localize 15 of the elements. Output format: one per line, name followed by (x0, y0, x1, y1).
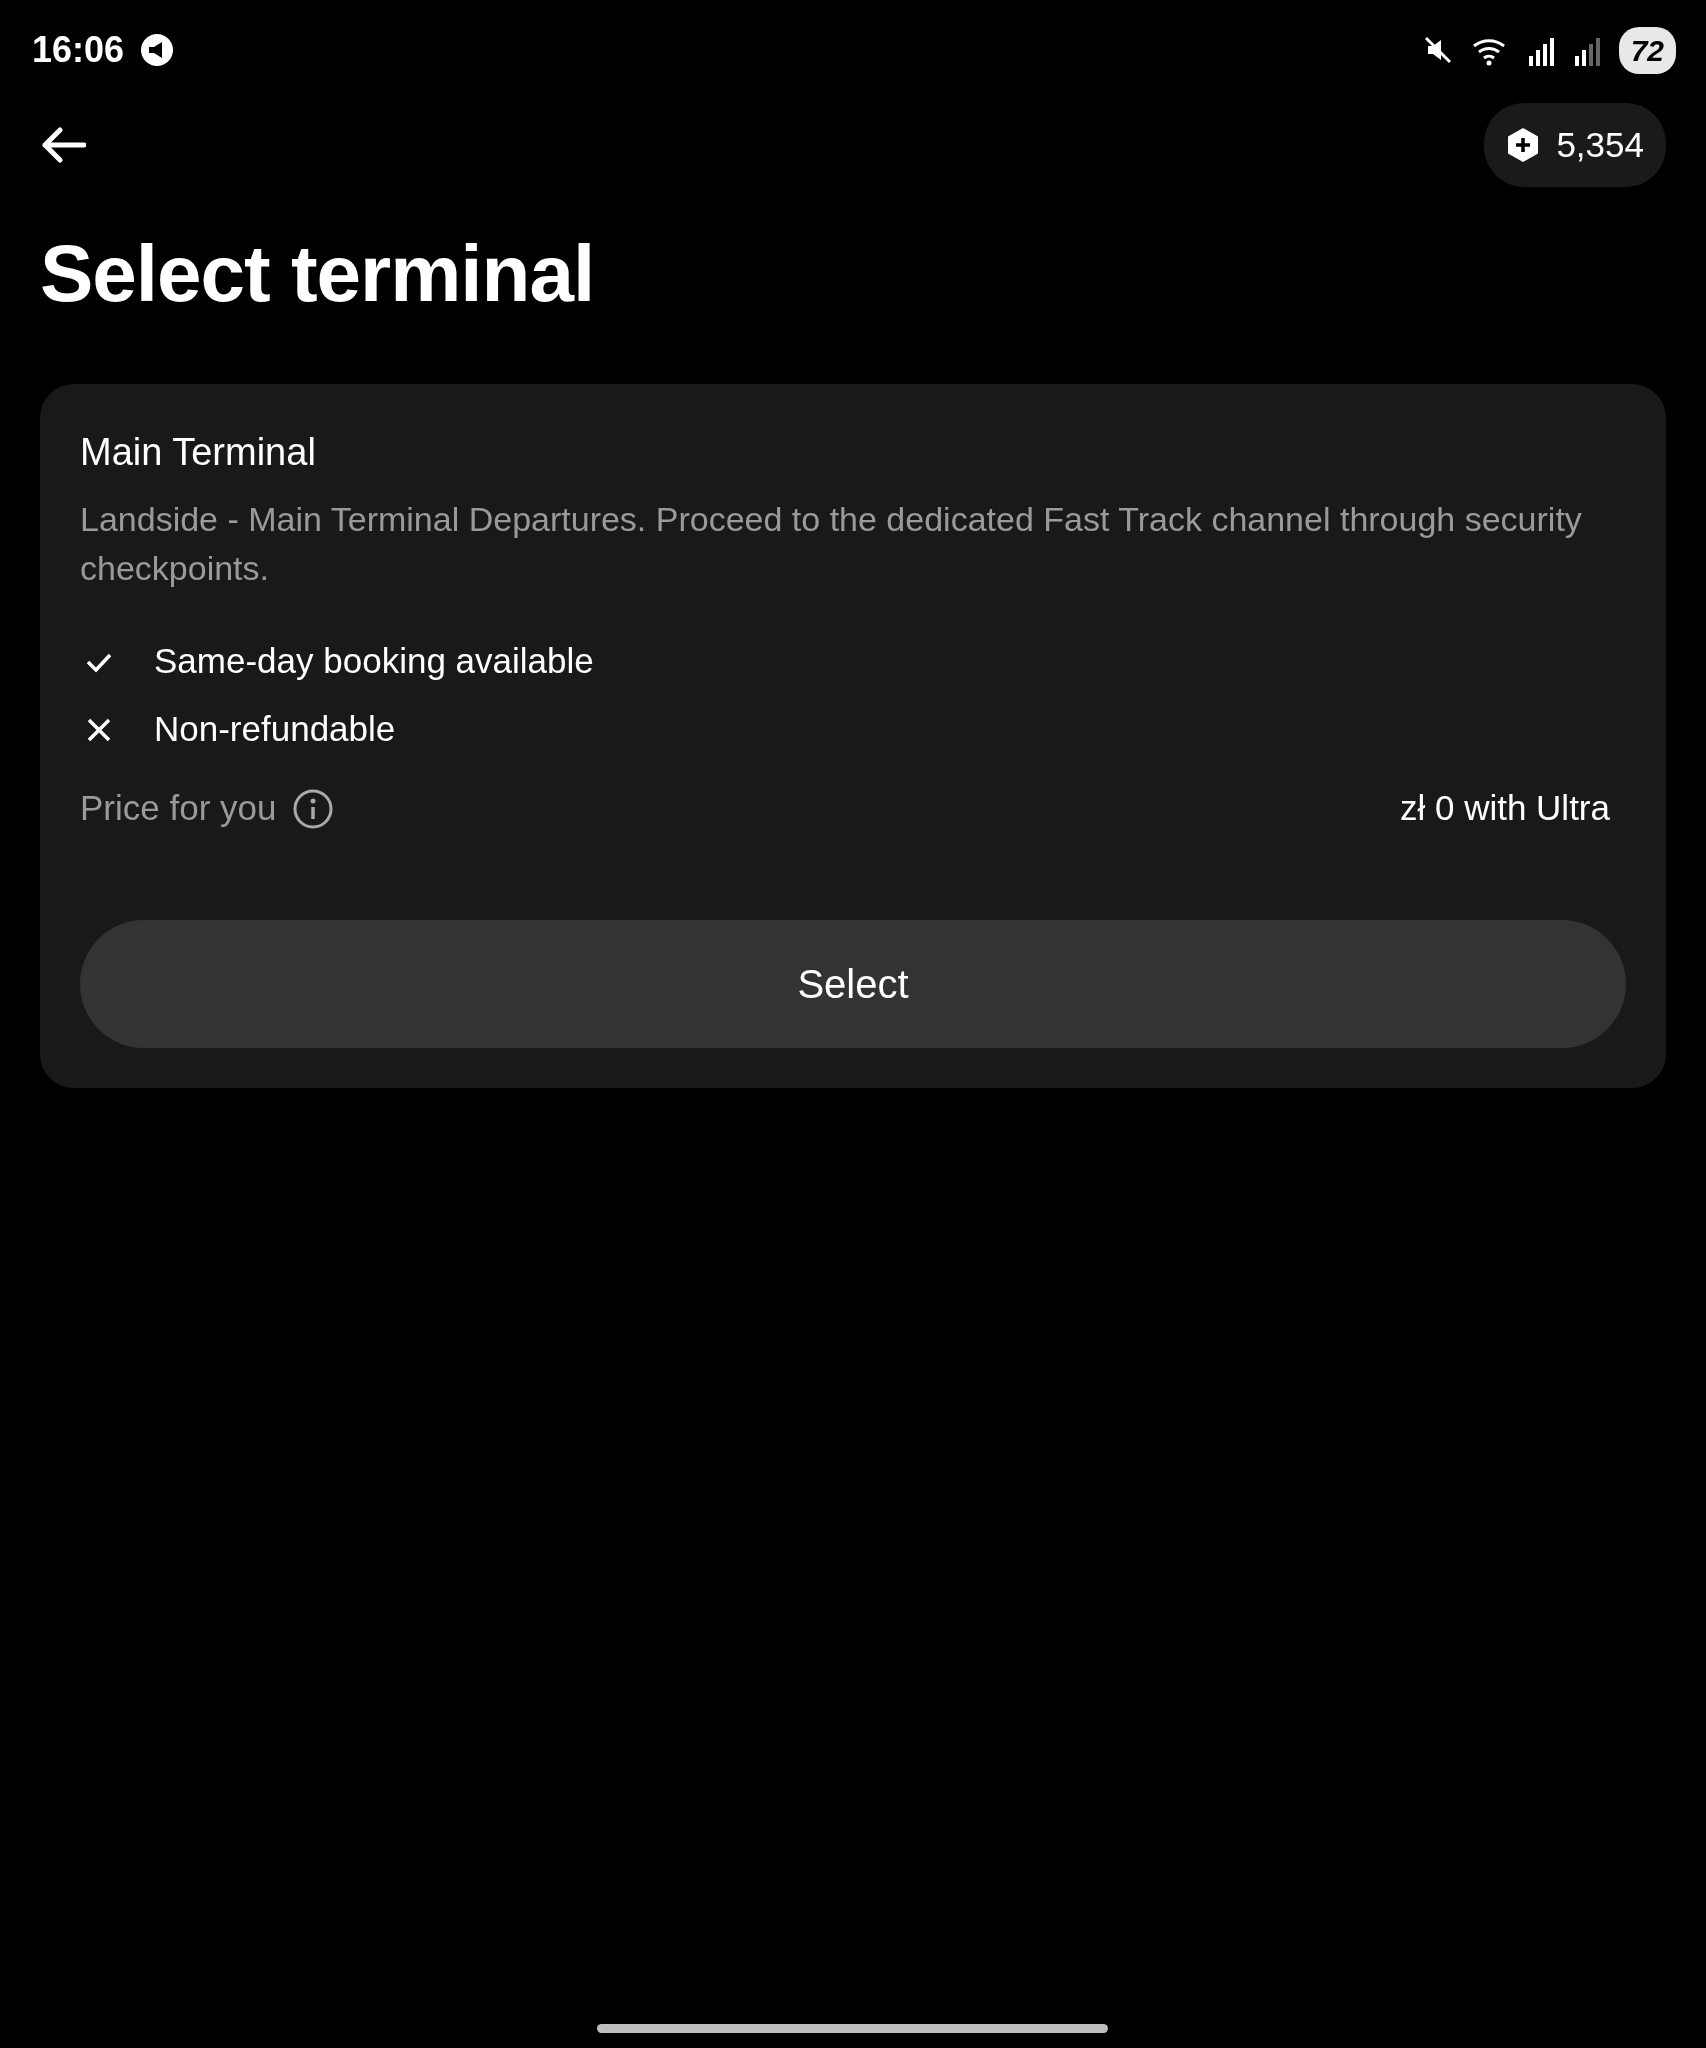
megaphone-icon (140, 33, 175, 67)
terminal-name: Main Terminal (80, 430, 317, 475)
price-value: zł 0 with Ultra (1399, 787, 1610, 830)
feature-label: Same-day booking available (154, 640, 594, 683)
info-icon[interactable] (292, 787, 335, 830)
status-time: 16:06 (32, 28, 125, 72)
feature-label: Non-refundable (154, 708, 396, 751)
terminal-description: Landside - Main Terminal Departures. Proceed to the dedicated Fast Track channel through security checkpoints. (80, 499, 1583, 590)
select-button[interactable]: Select (80, 919, 1626, 1048)
battery-level: 72 (1618, 26, 1676, 74)
page-title: Select terminal (40, 230, 596, 318)
price-label: Price for you (80, 787, 277, 830)
back-button[interactable] (40, 127, 86, 163)
hexagon-icon (1506, 127, 1541, 163)
points-balance[interactable]: 5,354 (1484, 102, 1666, 188)
